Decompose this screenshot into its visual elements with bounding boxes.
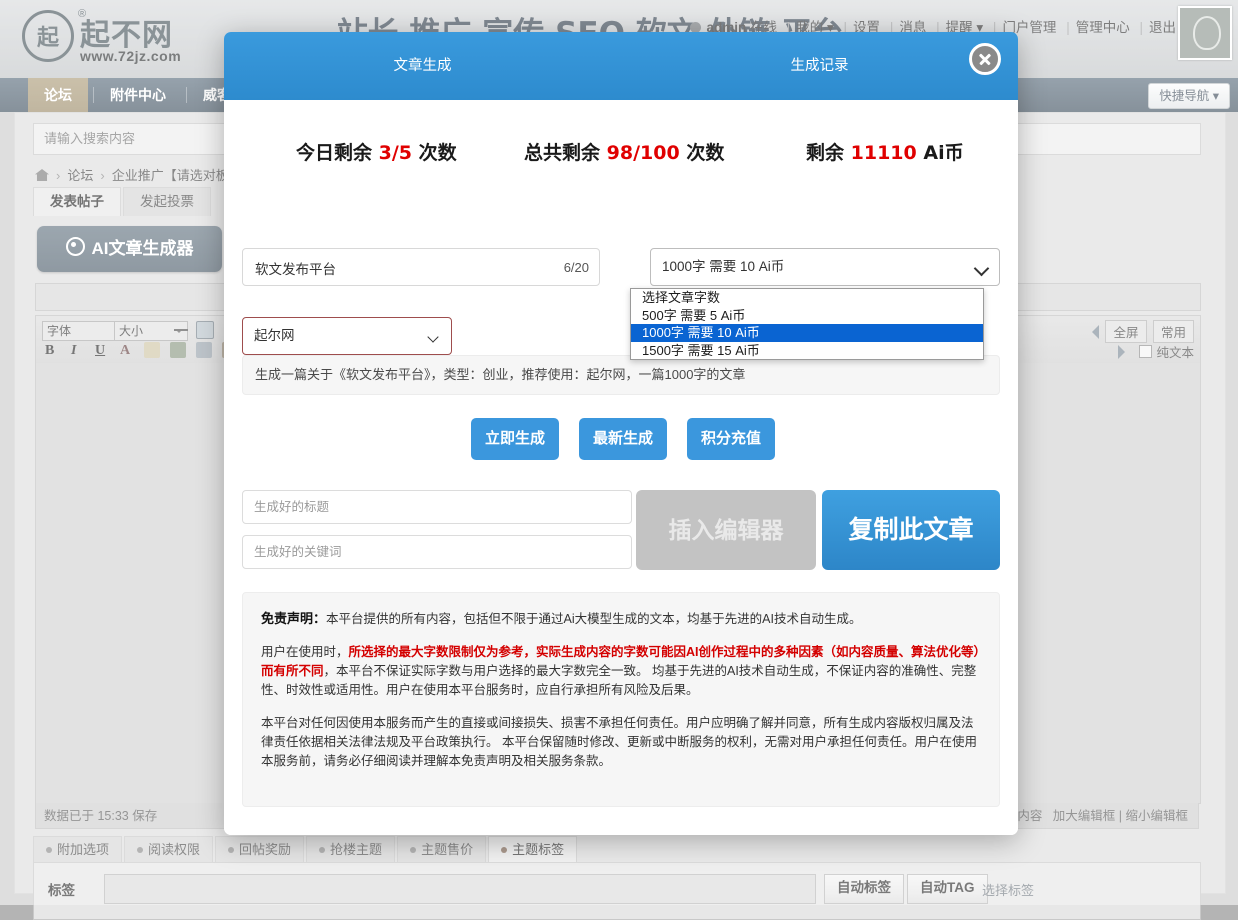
chevron-down-icon (427, 331, 438, 342)
close-icon[interactable] (969, 43, 1001, 75)
disclaimer-p2-pre: 用户在使用时， (261, 645, 349, 659)
coin-suffix: Ai币 (923, 142, 963, 164)
coin-prefix: 剩余 (806, 142, 844, 164)
generate-now-button[interactable]: 立即生成 (471, 418, 559, 460)
topic-char-counter: 6/20 (564, 260, 589, 275)
copy-article-button[interactable]: 复制此文章 (822, 490, 1000, 570)
modal-body: 今日剩余 3/5 次数 总共剩余 98/100 次数 剩余 11110 Ai币 … (224, 100, 1018, 835)
dropdown-option[interactable]: 1500字 需要 15 Ai币 (631, 342, 983, 360)
today-remaining-value: 3/5 (379, 142, 412, 164)
quota-stats: 今日剩余 3/5 次数 总共剩余 98/100 次数 剩余 11110 Ai币 (224, 138, 1018, 170)
input-row: 6/20 1000字 需要 10 Ai币 (242, 248, 1000, 286)
recharge-points-button[interactable]: 积分充值 (687, 418, 775, 460)
dropdown-option[interactable]: 选择文章字数 (631, 289, 983, 307)
coin-balance-stat: 剩余 11110 Ai币 (806, 138, 964, 165)
word-count-select-value: 1000字 需要 10 Ai币 (662, 259, 784, 274)
prompt-preview: 生成一篇关于《软文发布平台》，类型：创业，推荐使用：起尔网，一篇1000字的文章 (242, 355, 1000, 395)
disclaimer-title: 免责声明： (261, 611, 326, 626)
insert-to-editor-button[interactable]: 插入编辑器 (636, 490, 816, 570)
generated-keyword-field[interactable]: 生成好的关键词 (242, 535, 632, 569)
generated-title-field[interactable]: 生成好的标题 (242, 490, 632, 524)
disclaimer-box: 免责声明：本平台提供的所有内容，包括但不限于通过Ai大模型生成的文本，均基于先进… (242, 592, 1000, 807)
topic-input-wrapper[interactable]: 6/20 (242, 248, 600, 286)
coin-value: 11110 (851, 142, 917, 164)
disclaimer-paragraph-2: 用户在使用时，所选择的最大字数限制仅为参考，实际生成内容的字数可能因AI创作过程… (261, 643, 981, 700)
modal-tab-generation-records[interactable]: 生成记录 (621, 32, 1018, 100)
latest-generation-button[interactable]: 最新生成 (579, 418, 667, 460)
disclaimer-line-1: 免责声明：本平台提供的所有内容，包括但不限于通过Ai大模型生成的文本，均基于先进… (261, 609, 981, 629)
total-remaining-value: 98/100 (607, 142, 680, 164)
disclaimer-paragraph-3: 本平台对任何因使用本服务而产生的直接或间接损失、损害不承担任何责任。用户应明确了… (261, 714, 981, 771)
site-select[interactable]: 起尔网 (242, 317, 452, 355)
today-remaining-suffix: 次数 (419, 142, 457, 164)
disclaimer-p2-post: ，本平台不保证实际字数与用户选择的最大字数完全一致。 均基于先进的AI技术自动生… (261, 664, 976, 697)
dropdown-option-selected[interactable]: 1000字 需要 10 Ai币 (631, 324, 983, 342)
chevron-down-icon (974, 261, 990, 277)
modal-tab-article-generation[interactable]: 文章生成 (224, 32, 621, 100)
disclaimer-text-1: 本平台提供的所有内容，包括但不限于通过Ai大模型生成的文本，均基于先进的AI技术… (326, 612, 861, 626)
action-buttons: 立即生成 最新生成 积分充值 (224, 418, 1018, 460)
word-count-select[interactable]: 1000字 需要 10 Ai币 (650, 248, 1000, 286)
word-count-dropdown[interactable]: 选择文章字数 500字 需要 5 Ai币 1000字 需要 10 Ai币 150… (630, 288, 984, 360)
today-remaining-prefix: 今日剩余 (296, 142, 372, 164)
total-remaining-suffix: 次数 (686, 142, 724, 164)
total-remaining-stat: 总共剩余 98/100 次数 (524, 138, 724, 165)
dropdown-option[interactable]: 500字 需要 5 Ai币 (631, 307, 983, 325)
ai-article-modal: 文章生成 生成记录 今日剩余 3/5 次数 总共剩余 98/100 次数 剩余 … (224, 32, 1018, 835)
total-remaining-prefix: 总共剩余 (524, 142, 600, 164)
today-remaining-stat: 今日剩余 3/5 次数 (296, 138, 457, 165)
modal-header: 文章生成 生成记录 (224, 32, 1018, 100)
topic-input[interactable] (253, 249, 537, 287)
site-select-value: 起尔网 (254, 328, 295, 343)
